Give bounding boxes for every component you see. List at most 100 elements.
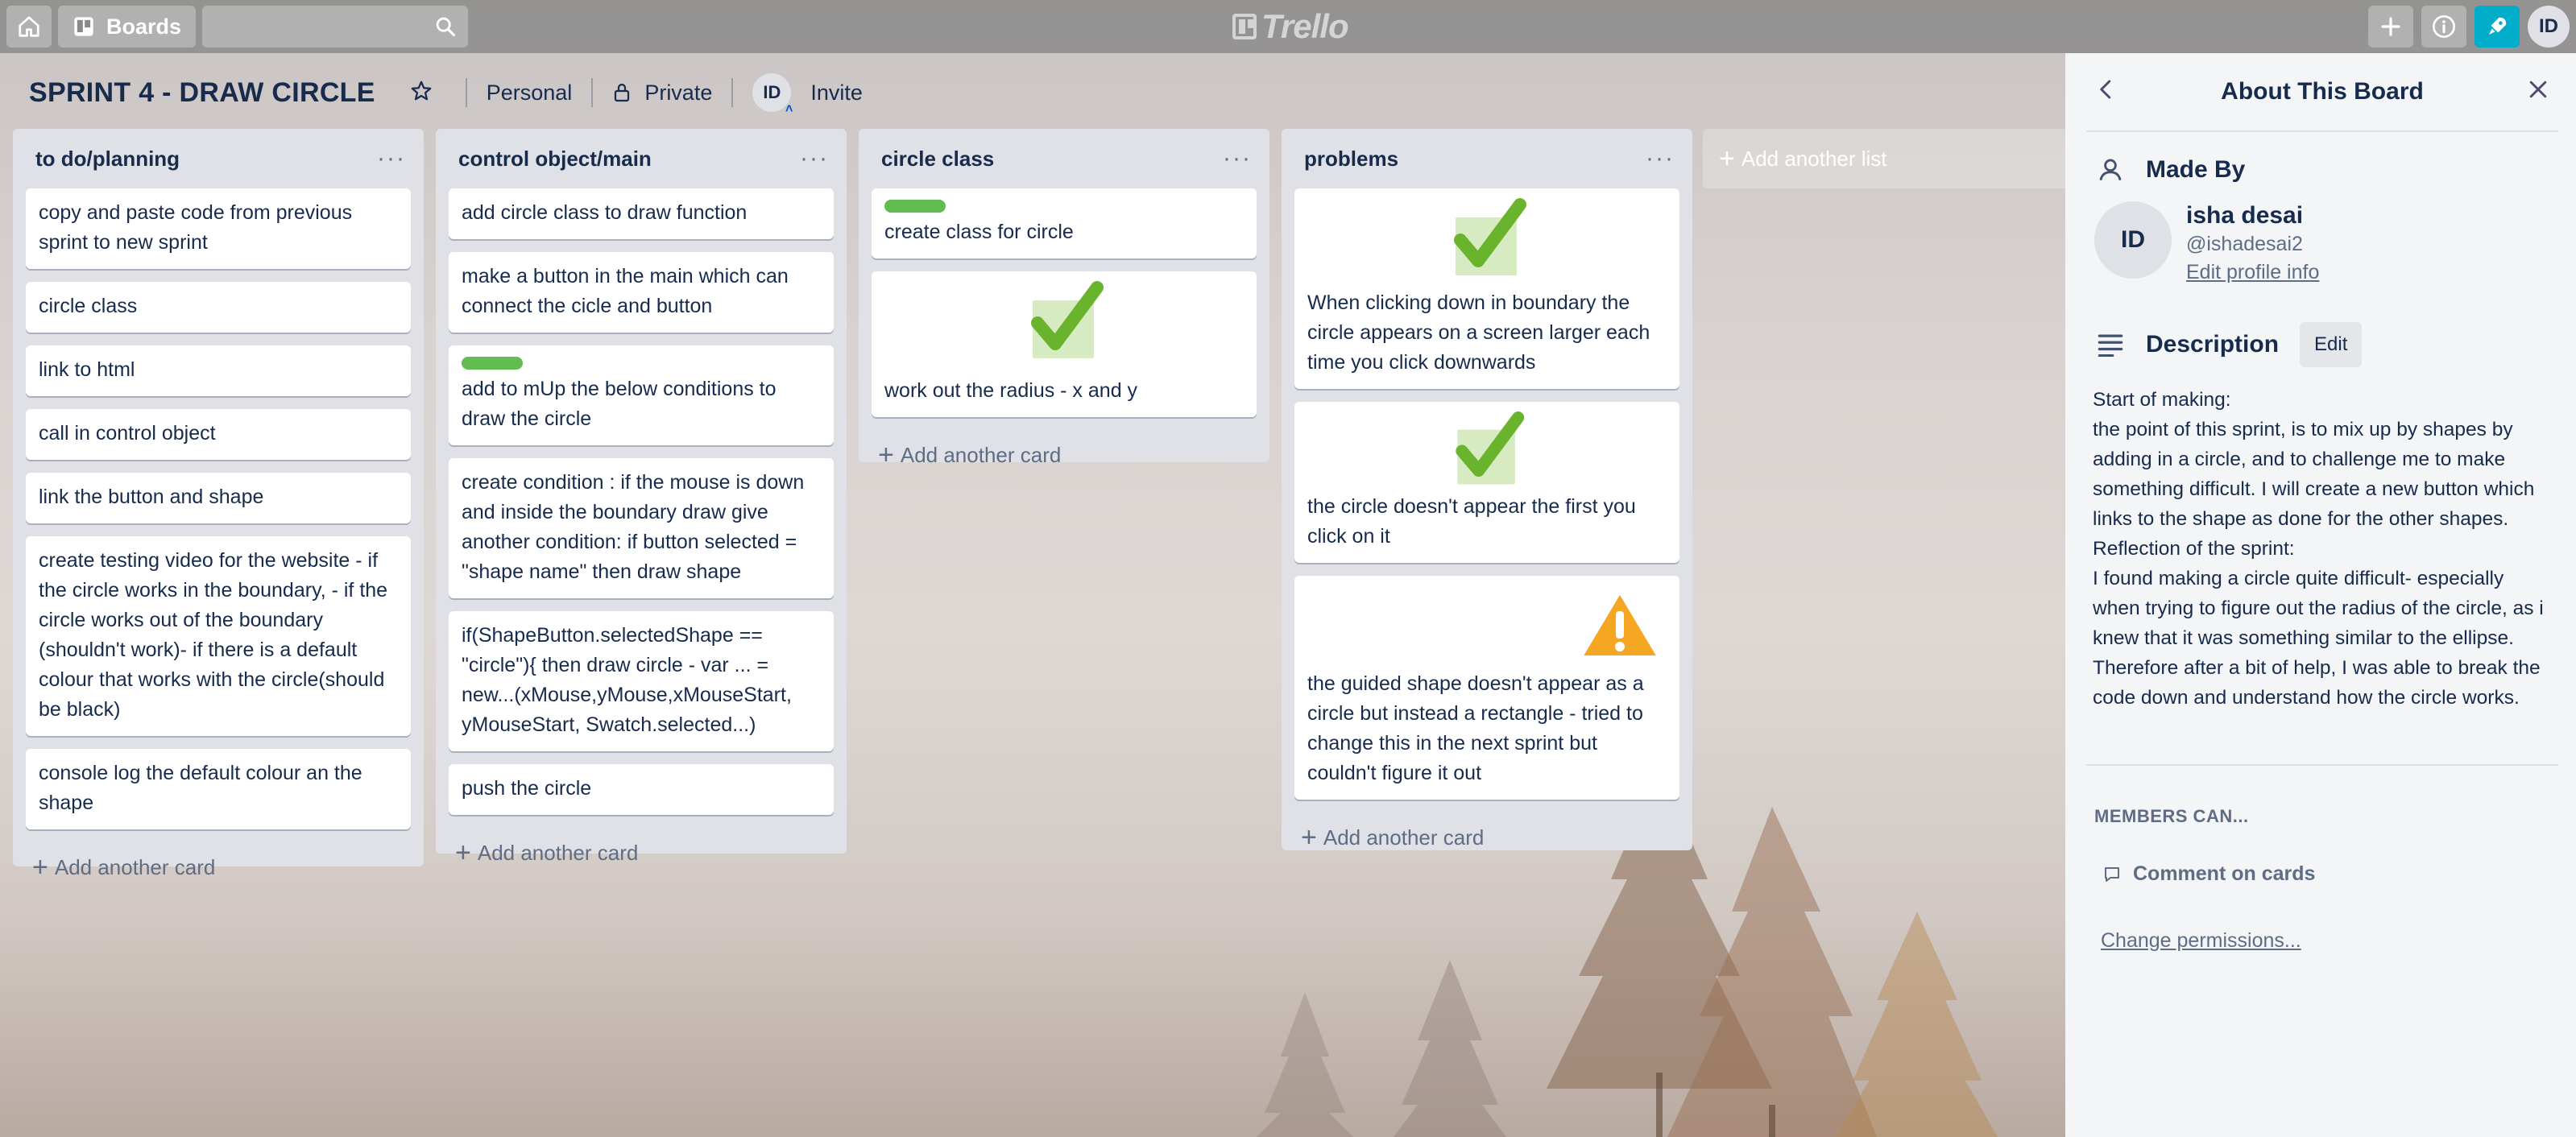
card[interactable]: add circle class to draw function	[449, 188, 834, 239]
boards-button[interactable]: Boards	[58, 6, 197, 48]
header-divider	[591, 78, 594, 107]
list-menu-icon[interactable]: ···	[800, 145, 829, 172]
list-to-do-planning: to do/planning ··· copy and paste code f…	[13, 129, 424, 883]
card[interactable]: link to html	[26, 345, 411, 396]
card-cover	[1307, 198, 1667, 288]
card[interactable]: work out the radius - x and y	[872, 271, 1257, 417]
star-button[interactable]	[409, 79, 433, 107]
card-text: When clicking down in boundary the circl…	[1307, 291, 1650, 374]
card[interactable]: create testing video for the website - i…	[26, 536, 411, 736]
add-card-label: Add another card	[900, 442, 1062, 467]
list-title[interactable]: to do/planning	[35, 147, 180, 172]
member-initials: ID	[763, 82, 781, 102]
info-button[interactable]	[2421, 6, 2466, 48]
list-header: to do/planning ···	[26, 129, 411, 188]
card-text: create class for circle	[884, 221, 1074, 243]
card[interactable]: if(ShapeButton.selectedShape == "circle"…	[449, 611, 834, 751]
green-label	[884, 200, 946, 213]
list-menu-icon[interactable]: ···	[1223, 145, 1252, 172]
logo-text: Trello	[1261, 7, 1349, 45]
list-circle-class: circle class ··· create class for circle…	[859, 129, 1269, 470]
close-icon[interactable]	[2526, 77, 2550, 101]
search-input[interactable]	[202, 6, 469, 48]
add-list-label: Add another list	[1741, 146, 1887, 171]
board-title[interactable]: SPRINT 4 - DRAW CIRCLE	[29, 77, 375, 109]
home-button[interactable]	[6, 6, 52, 48]
boards-icon	[74, 17, 93, 36]
admin-chevron-icon: ˄	[785, 102, 793, 116]
edit-profile-link[interactable]: Edit profile info	[2186, 258, 2319, 287]
panel-divider	[2086, 764, 2558, 766]
card-cover	[1307, 411, 1667, 492]
members-can-heading: MEMBERS CAN...	[2094, 806, 2249, 826]
invite-button[interactable]: Invite	[810, 81, 863, 105]
list-menu-icon[interactable]: ···	[1646, 145, 1675, 172]
creator-handle: @ishadesai2	[2186, 233, 2303, 255]
checkmark-icon	[1029, 281, 1104, 362]
panel-header: About This Board	[2086, 53, 2558, 132]
description-line: Start of making:	[2093, 389, 2231, 411]
list-title[interactable]: circle class	[881, 147, 994, 172]
user-avatar[interactable]: ID	[2528, 6, 2570, 48]
list-title[interactable]: problems	[1304, 147, 1398, 172]
star-icon	[411, 81, 432, 100]
checkmark-icon	[1452, 198, 1526, 279]
card-cover	[884, 281, 1244, 376]
plus-icon: +	[455, 837, 471, 868]
add-card-button[interactable]: + Add another card	[872, 430, 1257, 480]
add-card-button[interactable]: + Add another card	[26, 842, 411, 892]
create-button[interactable]	[2368, 6, 2413, 48]
card[interactable]: make a button in the main which can conn…	[449, 252, 834, 333]
plus-icon: +	[1719, 143, 1735, 174]
card[interactable]: push the circle	[449, 764, 834, 815]
comment-permission-label: Comment on cards	[2133, 862, 2316, 885]
add-list-button[interactable]: + Add another list	[1703, 129, 2069, 188]
plus-icon: +	[878, 439, 894, 470]
description-line: Reflection of the sprint:	[2093, 538, 2295, 560]
trello-logo[interactable]: Trello	[1232, 6, 1349, 47]
card[interactable]: add to mUp the below conditions to draw …	[449, 345, 834, 445]
add-card-button[interactable]: + Add another card	[449, 828, 834, 878]
card[interactable]: link the button and shape	[26, 473, 411, 523]
card[interactable]: create condition : if the mouse is down …	[449, 458, 834, 598]
trello-logo-icon	[1232, 14, 1257, 39]
list-menu-icon[interactable]: ···	[377, 145, 406, 172]
card-text: add to mUp the below conditions to draw …	[462, 378, 777, 430]
member-avatar[interactable]: ID ˄	[752, 73, 793, 116]
description-text[interactable]: Start of making: the point of this sprin…	[2093, 385, 2550, 713]
comment-icon	[2105, 866, 2119, 882]
card[interactable]: the guided shape doesn't appear as a cir…	[1294, 576, 1679, 800]
made-by-section: Made By	[2094, 156, 2550, 184]
header-divider	[731, 78, 734, 107]
card[interactable]: When clicking down in boundary the circl…	[1294, 188, 1679, 389]
nav-right-group: ID	[2368, 6, 2570, 48]
edit-description-button[interactable]: Edit	[2300, 322, 2363, 367]
boards-label: Boards	[106, 14, 182, 39]
back-arrow-icon[interactable]	[2094, 77, 2118, 101]
card-text: the circle doesn't appear the first you …	[1307, 495, 1636, 548]
card[interactable]: copy and paste code from previous sprint…	[26, 188, 411, 269]
card[interactable]: the circle doesn't appear the first you …	[1294, 402, 1679, 563]
team-button[interactable]: Personal	[487, 81, 573, 105]
creator-name: isha desai	[2186, 202, 2304, 229]
panel-title: About This Board	[2221, 78, 2424, 105]
visibility-label: Private	[644, 80, 713, 105]
card[interactable]: create class for circle	[872, 188, 1257, 258]
creator-details: isha desai @ishadesai2 Edit profile info	[2186, 201, 2319, 287]
list-title[interactable]: control object/main	[458, 147, 652, 172]
card[interactable]: console log the default colour an the sh…	[26, 749, 411, 829]
notifications-button[interactable]	[2475, 6, 2520, 48]
change-permissions-link[interactable]: Change permissions...	[2094, 929, 2550, 953]
description-line: I found making a circle quite difficult-…	[2093, 568, 2544, 709]
add-card-label: Add another card	[1323, 825, 1485, 850]
add-card-button[interactable]: + Add another card	[1294, 812, 1679, 862]
home-icon	[19, 16, 39, 37]
made-by-heading: Made By	[2146, 156, 2246, 183]
top-nav: Boards Trello ID	[0, 0, 2576, 53]
creator-avatar[interactable]: ID	[2094, 201, 2172, 279]
add-card-label: Add another card	[477, 840, 639, 865]
visibility-button[interactable]: Private	[612, 81, 712, 105]
green-label	[462, 357, 523, 370]
card[interactable]: circle class	[26, 282, 411, 333]
card[interactable]: call in control object	[26, 409, 411, 460]
